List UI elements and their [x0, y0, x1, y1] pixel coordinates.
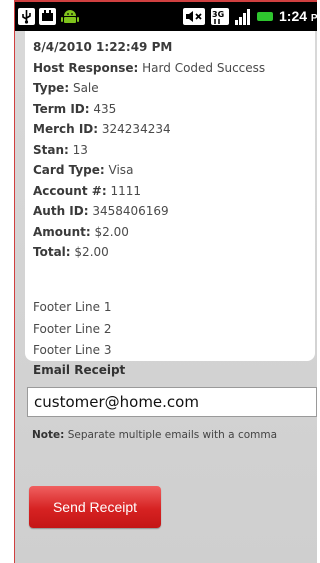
field-stan: Stan: 13	[33, 142, 88, 157]
footer-line: Footer Line 3	[33, 343, 112, 357]
field-account: Account #: 1111	[33, 183, 141, 198]
email-note: Note: Separate multiple emails with a co…	[32, 429, 278, 441]
field-host-response: Host Response: Hard Coded Success	[33, 60, 266, 75]
receipt-footer: Footer Line 1 Footer Line 2 Footer Line …	[33, 297, 313, 362]
battery-icon	[257, 12, 273, 21]
usb-icon	[18, 8, 35, 25]
receipt-details: 8/4/2010 1:22:49 PM Host Response: Hard …	[33, 37, 313, 263]
status-bar: 3G 1:24 PM	[15, 2, 317, 31]
device-bezel-left	[0, 0, 15, 563]
media-icon	[39, 8, 56, 25]
field-amount: Amount: $2.00	[33, 224, 129, 239]
field-card-type: Card Type: Visa	[33, 163, 134, 177]
receipt-card: 8/4/2010 1:22:49 PM Host Response: Hard …	[25, 31, 315, 361]
svg-text:3G: 3G	[212, 10, 224, 19]
android-icon	[60, 8, 80, 25]
footer-line: Footer Line 2	[33, 321, 112, 336]
send-receipt-button[interactable]: Send Receipt	[29, 486, 161, 528]
phone-screen: 3G 1:24 PM 8/4/2010 1:22:49 PM Host Resp…	[15, 2, 317, 563]
field-total: Total: $2.00	[33, 245, 109, 259]
footer-line: Footer Line 1	[33, 300, 112, 314]
field-term-id: Term ID: 435	[33, 101, 117, 116]
3g-icon: 3G	[211, 8, 229, 25]
field-type: Type: Sale	[33, 81, 99, 95]
field-auth-id: Auth ID: 3458406169	[33, 204, 169, 218]
field-merch-id: Merch ID: 324234234	[33, 122, 171, 136]
email-field[interactable]	[27, 387, 317, 417]
receipt-date: 8/4/2010 1:22:49 PM	[33, 40, 173, 54]
mute-icon	[183, 8, 205, 25]
email-receipt-label: Email Receipt	[33, 363, 126, 377]
signal-icon	[234, 8, 252, 25]
status-time: 1:24 PM	[279, 8, 317, 24]
